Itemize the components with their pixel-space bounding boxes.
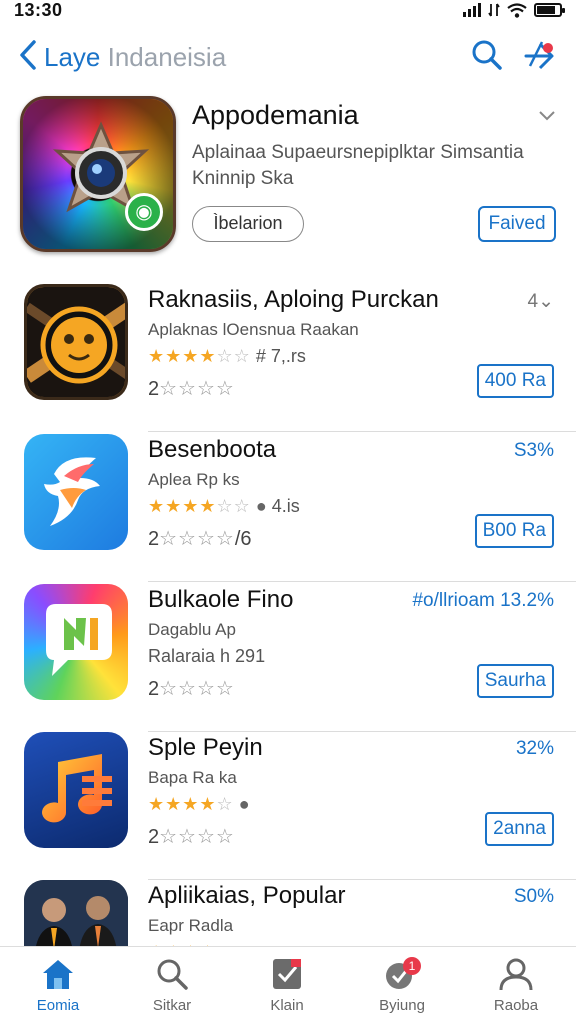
updates-badge: 1 <box>409 959 416 973</box>
app-icon[interactable] <box>24 584 128 700</box>
tab-profile[interactable]: Raoba <box>466 957 566 1021</box>
checklist-icon <box>273 959 301 989</box>
app-rating: ★★★★☆ ● <box>148 794 250 815</box>
app-title: Apliikaias, Popular <box>148 882 346 909</box>
featured-app-icon[interactable]: ◉ <box>20 96 176 252</box>
app-developer: Eapr Radla <box>148 916 234 935</box>
app-rank: 2☆☆☆☆ <box>148 376 235 401</box>
status-time: 13:30 <box>14 0 63 20</box>
share-icon[interactable] <box>522 38 558 72</box>
updates-icon: 1 <box>386 957 421 989</box>
rating-text: 4.is <box>271 496 300 516</box>
tab-updates[interactable]: 1 Byiung <box>352 957 452 1021</box>
app-developer: Aplea Rp ks <box>148 470 240 489</box>
app-rank: 2☆☆☆☆/6 <box>148 526 252 551</box>
featured-app-subtitle: Aplainaa Supaeursnepiplktar Simsantia Kn… <box>192 142 524 189</box>
signal-icon <box>463 3 481 17</box>
circle-icon: ● <box>255 496 267 516</box>
app-developer: Aplaknas lOensnua Raakan <box>148 320 359 339</box>
tab-home[interactable]: Eomia <box>8 957 108 1021</box>
divider <box>148 581 576 582</box>
home-icon <box>43 960 73 989</box>
tab-label: Klain <box>270 997 304 1014</box>
tab-label: Eomia <box>36 997 80 1014</box>
list-item[interactable]: Besenboota S3% Aplea Rp ks ★★★★☆☆ ● 4.is… <box>0 434 576 582</box>
app-meta: S3% <box>513 440 554 461</box>
star-rating-icon: ★★★★☆☆ <box>148 346 251 366</box>
rank-number: 2 <box>148 826 160 848</box>
list-item[interactable]: Bulkaole Fino #o/llrioam 13.2% Dagablu A… <box>0 584 576 732</box>
featured-app-title: Appodemania <box>192 100 359 130</box>
app-title: Sple Peyin <box>148 734 263 761</box>
circle-icon: ● <box>238 794 250 814</box>
app-meta: #o/llrioam 13.2% <box>412 590 554 611</box>
nav-title: Laye Indaneisia <box>44 42 226 73</box>
chat-badge-icon: ◉ <box>125 193 163 231</box>
featured-app-card[interactable]: ◉ Appodemania Aplainaa Supaeursnepiplkta… <box>0 90 576 260</box>
featured-saved-button[interactable]: Faived <box>478 206 556 242</box>
rank-stars-icon: ☆☆☆☆ <box>159 826 235 848</box>
list-item[interactable]: Apliikaias, Popular S0% Eapr Radla ★★★★ <box>0 880 576 946</box>
list-item[interactable]: Sple Peyin 32% Bapa Ra ka ★★★★☆ ● 2☆☆☆☆ … <box>0 732 576 880</box>
app-rating: ★★★★☆☆ ● 4.is <box>148 496 300 517</box>
tab-bar: Eomia Sitkar Klain 1 Byiung Raoba <box>0 946 576 1024</box>
tab-checklist[interactable]: Klain <box>237 957 337 1021</box>
status-bar: 13:30 <box>0 0 576 22</box>
app-developer: Dagablu Ap <box>148 620 236 639</box>
people-photo-icon <box>24 880 128 946</box>
app-icon[interactable] <box>24 880 128 946</box>
music-note-icon <box>42 754 112 823</box>
app-title: Bulkaole Fino <box>148 586 294 613</box>
rank-stars-icon: ☆☆☆☆ <box>159 678 235 700</box>
sync-icon <box>488 3 500 17</box>
list-item[interactable]: Raknasiis, Aploing Purckan 4⌄ Aplaknas l… <box>0 284 576 432</box>
star-rating-icon: ★★★★☆☆ <box>148 496 251 516</box>
app-meta: 32% <box>515 738 554 759</box>
app-rank: 2☆☆☆☆ <box>148 824 235 849</box>
app-icon[interactable] <box>24 434 128 550</box>
profile-icon <box>499 958 533 991</box>
battery-icon <box>534 3 565 17</box>
wifi-icon <box>507 2 527 18</box>
swirl-logo-icon <box>44 457 100 526</box>
chat-bubble-icon <box>46 604 112 676</box>
nav-bar: Laye Indaneisia <box>0 30 576 80</box>
smiley-icon <box>27 287 125 397</box>
app-title: Raknasiis, Aploing Purckan <box>148 286 439 313</box>
featured-action-button[interactable]: Ìbelarion <box>192 206 304 242</box>
app-meta: S0% <box>513 886 554 907</box>
nav-title-main: Laye <box>44 42 101 72</box>
nav-title-suffix: Indaneisia <box>107 42 227 72</box>
app-icon[interactable] <box>24 284 128 400</box>
app-developer: Bapa Ra ka <box>148 768 237 787</box>
app-meta: 4⌄ <box>527 291 555 312</box>
divider <box>148 431 576 432</box>
rank-number: 2 <box>148 528 160 550</box>
star-rating-icon: ★★★★☆ <box>148 794 234 814</box>
app-developer-secondary: Ralaraia h 291 <box>148 646 266 666</box>
status-icons <box>463 2 565 18</box>
tab-search[interactable]: Sitkar <box>122 957 222 1021</box>
chevron-down-icon[interactable] <box>538 110 556 122</box>
app-rating: ★★★★☆☆ # 7,.rs <box>148 346 306 367</box>
rating-text: # 7,.rs <box>255 346 306 366</box>
price-button[interactable]: Saurha <box>476 664 554 698</box>
price-button[interactable]: 2anna <box>485 812 554 846</box>
search-icon[interactable] <box>470 38 504 72</box>
rank-stars-icon: ☆☆☆☆ <box>159 378 235 400</box>
tab-label: Byiung <box>379 997 425 1014</box>
search-icon <box>157 959 188 990</box>
rank-number: 2 <box>148 678 160 700</box>
rank-stars-icon: ☆☆☆☆ <box>159 528 235 550</box>
app-title: Besenboota <box>148 436 277 463</box>
tab-label: Raoba <box>493 997 539 1014</box>
price-button[interactable]: B00 Ra <box>474 514 554 548</box>
rank-suffix: /6 <box>234 528 252 550</box>
app-rank: 2☆☆☆☆ <box>148 676 235 701</box>
back-chevron-icon[interactable] <box>14 38 44 72</box>
app-icon[interactable] <box>24 732 128 848</box>
rank-number: 2 <box>148 378 160 400</box>
tab-label: Sitkar <box>152 997 192 1014</box>
price-button[interactable]: 400 Ra <box>476 364 554 398</box>
